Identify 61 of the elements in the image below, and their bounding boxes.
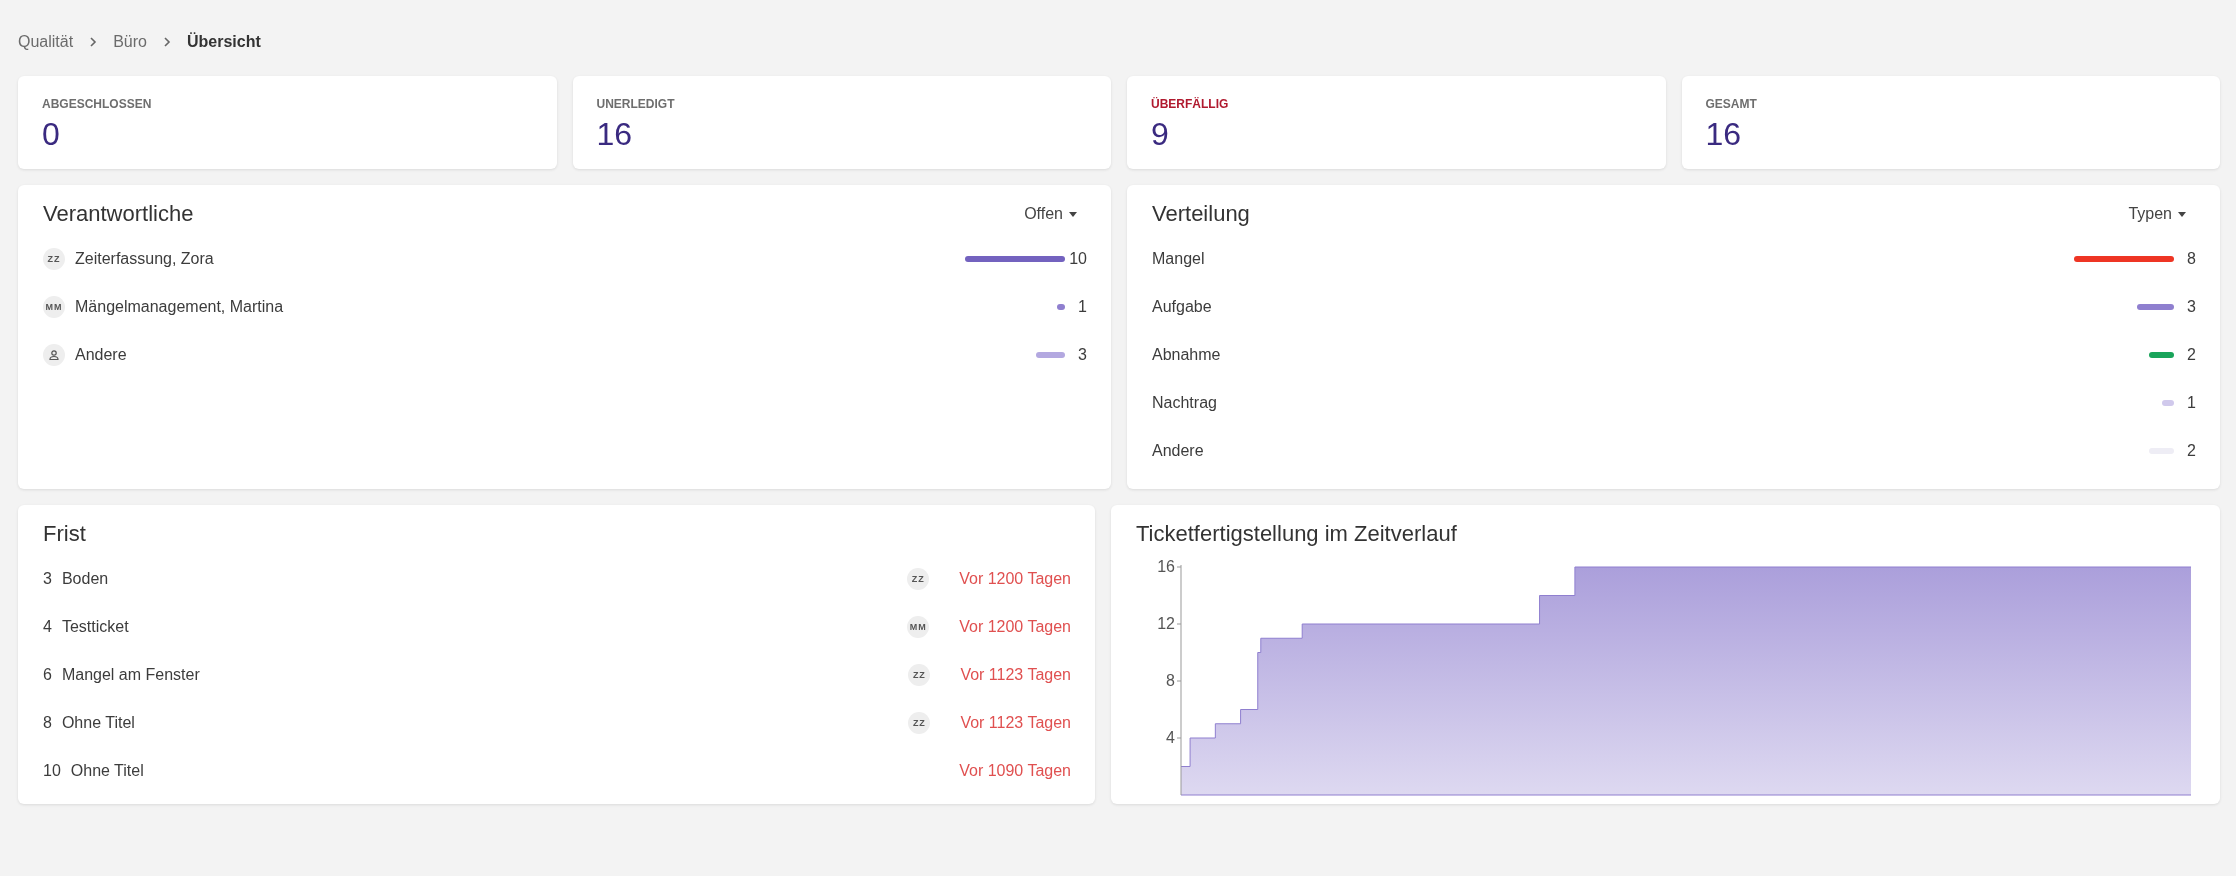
panel-title: Verantwortliche [43,201,194,227]
caret-icon [1069,211,1077,217]
type-name: Nachtrag [1152,394,1217,412]
count-value: 2 [2186,346,2196,364]
type-name: Aufgabe [1152,298,1212,316]
count-value: 2 [2186,442,2196,460]
avatar-initials: ZZ [908,664,931,686]
breadcrumb-link[interactable]: Büro [113,33,147,51]
ticket-title[interactable]: Ohne Titel [70,762,144,780]
ticket-title[interactable]: Testticket [61,618,129,636]
owner-name: Mängelmanagement, Martina [75,298,284,316]
due-date: Vor 1123 Tagen [960,666,1071,684]
y-tick-label: 8 [1166,672,1175,689]
type-name: Abnahme [1152,346,1221,364]
breadcrumb-link[interactable]: Übersicht [186,33,261,51]
due-date: Vor 1123 Tagen [960,714,1071,732]
filter-dropdown[interactable]: Typen [2118,201,2196,227]
panel-title: Frist [43,521,86,547]
stat-label: GESAMT [1705,97,1757,111]
owner-name: Andere [75,346,127,364]
stat-label: ÜBERFÄLLIG [1151,97,1229,111]
avatar-initials: ZZ [908,712,931,734]
type-name: Andere [1152,442,1204,460]
filter-dropdown[interactable]: Offen [1014,201,1087,227]
person-avatar-icon [43,344,65,366]
caret-icon [2178,211,2186,217]
ticket-title[interactable]: Mangel am Fenster [61,666,200,684]
due-date: Vor 1200 Tagen [959,570,1071,588]
ticket-number: 4 [43,618,52,636]
ticket-number: 3 [43,570,52,588]
y-tick-label: 4 [1166,729,1175,746]
stat-value: 16 [596,116,633,153]
avatar-initials: ZZ [907,568,930,590]
count-value: 1 [2186,394,2196,412]
panel-title: Verteilung [1152,201,1250,227]
count-value: 10 [1068,250,1087,268]
ticket-title[interactable]: Boden [61,570,109,588]
type-name: Mangel [1152,250,1205,268]
due-date: Vor 1200 Tagen [959,618,1071,636]
stat-label: UNERLEDIGT [596,97,675,111]
count-value: 1 [1077,298,1087,316]
avatar-initials: MM [43,296,65,318]
chart-title: Ticketfertigstellung im Zeitverlauf [1136,521,1457,547]
ticket-title[interactable]: Ohne Titel [61,714,135,732]
count-value: 3 [2186,298,2196,316]
count-value: 3 [1077,346,1087,364]
avatar-initials: MM [907,616,930,638]
ticket-number: 8 [43,714,52,732]
stat-value: 9 [1151,116,1169,153]
breadcrumb-link[interactable]: Qualität [18,33,74,51]
ticket-number: 10 [43,762,61,780]
count-value: 8 [2186,250,2196,268]
owner-name: Zeiterfassung, Zora [75,250,214,268]
due-date: Vor 1090 Tagen [959,762,1071,780]
stat-value: 0 [42,116,60,153]
avatar-initials: ZZ [43,248,65,270]
ticket-number: 6 [43,666,52,684]
stat-label: ABGESCHLOSSEN [42,97,152,111]
y-tick-label: 12 [1157,615,1175,632]
y-tick-label: 16 [1157,558,1175,575]
stat-value: 16 [1705,116,1742,153]
